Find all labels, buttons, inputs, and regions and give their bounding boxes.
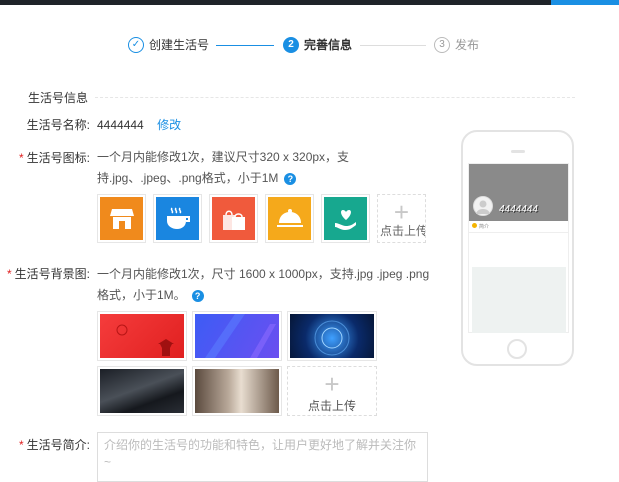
upload-icon-button[interactable]: + 点击上传 [377,194,426,243]
step-label: 完善信息 [304,38,353,52]
step-connector [360,45,426,46]
icon-option-cloche[interactable] [265,194,314,243]
icon-option-coffee[interactable] [153,194,202,243]
background-option-dark[interactable] [97,366,187,416]
phone-speaker [511,150,525,153]
background-thumbnail [100,369,184,413]
top-bar [0,0,619,5]
step-complete-info: 2 完善信息 [283,36,352,53]
name-label: 生活号名称: [26,118,90,132]
upload-background-button[interactable]: + 点击上传 [287,366,377,416]
plus-icon: + [393,197,410,227]
step-connector [216,45,274,46]
name-value: 4444444 [97,118,144,132]
shopping-bags-icon [212,197,255,240]
intro-dot-icon [472,223,477,228]
step-label: 创建生活号 [149,38,210,52]
phone-screen: 4444444 简介 [468,163,569,333]
background-label: * 生活号背景图: [6,267,90,281]
step-number: 3 [434,36,450,53]
icon-option-heart[interactable] [321,194,370,243]
step-publish: 3 发布 [434,36,479,53]
step-number: 2 [283,36,299,53]
plus-icon: + [324,369,340,399]
background-option-red[interactable] [97,311,187,361]
help-icon[interactable]: ? [191,290,204,302]
phone-preview: 4444444 简介 [461,130,574,366]
icon-option-bags[interactable] [209,194,258,243]
step-create: ✓ 创建生活号 [128,36,209,53]
coffee-cup-icon [156,197,199,240]
icon-option-store[interactable] [97,194,146,243]
preview-content [472,267,566,333]
preview-name: 4444444 [499,204,538,215]
icon-hint: 一个月内能修改1次，建议尺寸320 x 320px，支 持.jpg、.jpeg、… [97,150,350,185]
section-divider [95,97,575,98]
required-mark: * [6,267,12,281]
upload-label: 点击上传 [380,224,426,238]
background-thumbnail [195,369,279,413]
background-thumbnail [100,314,184,358]
icon-label: * 生活号图标: [18,151,90,165]
background-hint: 一个月内能修改1次，尺寸 1600 x 1000px，支持.jpg .jpeg … [97,267,430,302]
section-title: 生活号信息 [28,91,89,105]
background-thumbnail [290,314,374,358]
required-mark: * [18,438,24,452]
check-icon: ✓ [128,36,144,53]
step-label: 发布 [455,38,480,52]
background-option-tech[interactable] [287,311,377,361]
required-mark: * [18,151,24,165]
heart-hand-icon [324,197,367,240]
home-button-icon [507,339,527,359]
store-icon [100,197,143,240]
edit-name-link[interactable]: 修改 [157,118,181,132]
food-cloche-icon [268,197,311,240]
upload-label: 点击上传 [307,399,356,413]
top-bar-accent [551,0,619,5]
background-thumbnail [195,314,279,358]
avatar [473,196,493,216]
help-icon[interactable]: ? [284,173,297,185]
background-option-blue[interactable] [192,311,282,361]
progress-steps: ✓ 创建生活号 2 完善信息 3 发布 [128,36,488,56]
background-option-photo[interactable] [192,366,282,416]
name-value-row: 4444444 修改 [97,116,181,133]
intro-label: * 生活号简介: [18,438,90,452]
icon-options: + 点击上传 [97,194,426,243]
preview-intro-row: 简介 [469,223,568,233]
